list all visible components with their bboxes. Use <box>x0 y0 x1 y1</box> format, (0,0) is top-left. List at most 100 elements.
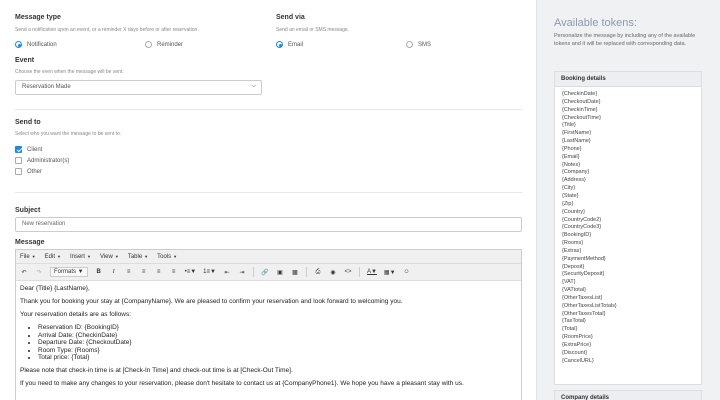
subject-input[interactable]: New reservation <box>15 217 522 232</box>
token-item[interactable]: {Zip} <box>562 201 694 209</box>
checkbox-label: Client <box>27 146 43 153</box>
token-item[interactable]: {BookingID} <box>562 232 694 240</box>
panel-header: Booking details <box>555 72 701 87</box>
radio-label: Reminder <box>157 41 184 48</box>
message-type-hint: Send a notification upon an event, or a … <box>15 27 199 33</box>
checkbox-box <box>15 157 22 164</box>
paragraph: If you need to make any changes to your … <box>20 379 464 387</box>
radio-email[interactable]: Email <box>276 41 303 48</box>
token-item[interactable]: {CheckoutDate} <box>562 99 694 107</box>
divider <box>15 192 522 193</box>
align-right-icon[interactable]: ≡ <box>155 267 163 277</box>
list-item: Room Type: {Rooms} <box>38 347 517 355</box>
print-icon[interactable]: ⎙ <box>314 267 322 277</box>
message-form: Message type Send a notification upon an… <box>0 0 537 400</box>
bullet-list-icon[interactable]: •≡▼ <box>185 267 197 277</box>
toolbar-separator <box>252 267 254 277</box>
menu-insert[interactable]: Insert ▼ <box>70 254 91 260</box>
menu-view[interactable]: View ▼ <box>100 254 119 260</box>
token-item[interactable]: {State} <box>562 193 694 201</box>
subject-label: Subject <box>15 207 41 214</box>
align-left-icon[interactable]: ≡ <box>125 267 133 277</box>
menu-edit[interactable]: Edit ▼ <box>45 254 61 260</box>
radio-reminder[interactable]: Reminder <box>145 41 183 48</box>
checkbox-client[interactable]: Client <box>15 146 42 153</box>
event-label: Event <box>15 57 35 64</box>
token-item[interactable]: {Address} <box>562 177 694 185</box>
checkbox-label: Administrator(s) <box>27 157 70 164</box>
token-item[interactable]: {FirstName} <box>562 130 694 138</box>
token-item[interactable]: {Email} <box>562 154 694 162</box>
message-editor: File ▼ Edit ▼ Insert ▼ View ▼ Table ▼ Tools ▼ … <box>15 249 522 400</box>
token-item[interactable]: {Country} <box>562 209 694 217</box>
token-item[interactable]: {OtherTaxesList} <box>562 295 694 303</box>
align-center-icon[interactable]: ≡ <box>140 267 148 277</box>
token-item[interactable]: {Title} <box>562 122 694 130</box>
token-item[interactable]: {RoomPrice} <box>562 334 694 342</box>
menu-table[interactable]: Table ▼ <box>128 254 148 260</box>
indent-icon[interactable]: ⇥ <box>238 267 246 277</box>
code-icon[interactable]: <> <box>344 267 352 277</box>
token-item[interactable]: {VAT} <box>562 279 694 287</box>
token-item[interactable]: {OtherTaxesListTotals} <box>562 303 694 311</box>
paragraph: Please note that check-in time is at [Ch… <box>20 366 293 374</box>
token-item[interactable]: {Total} <box>562 326 694 334</box>
token-item[interactable]: {City} <box>562 185 694 193</box>
token-item[interactable]: {PaymentMethod} <box>562 256 694 264</box>
link-icon[interactable]: 🔗 <box>261 267 269 277</box>
radio-dot <box>406 41 413 48</box>
send-to-hint: Select who you want the message to be se… <box>15 131 122 137</box>
numbered-list-icon[interactable]: 1≡▼ <box>203 267 216 277</box>
editor-content[interactable]: Dear {Title} {LastName}, Thank you for b… <box>16 281 521 397</box>
list-item: Arrival Date: {CheckinDate} <box>38 332 517 340</box>
token-item[interactable]: {CheckoutTime} <box>562 115 694 123</box>
checkbox-box <box>15 146 22 153</box>
editor-toolbar: ↶ ↷ Formats ▼ B I ≡ ≡ ≡ ≡ •≡▼ 1≡▼ ⇤ ⇥ 🔗 … <box>16 264 521 281</box>
redo-icon[interactable]: ↷ <box>35 267 43 277</box>
radio-sms[interactable]: SMS <box>406 41 431 48</box>
radio-notification[interactable]: Notification <box>15 41 57 48</box>
paragraph: Thank you for booking your stay at {Comp… <box>20 298 403 305</box>
undo-icon[interactable]: ↶ <box>20 267 28 277</box>
company-details-panel: Company details <box>554 390 702 400</box>
checkbox-administrators[interactable]: Administrator(s) <box>15 157 69 164</box>
token-item[interactable]: {LastName} <box>562 138 694 146</box>
list-item: Reservation ID: {BookingID} <box>38 324 517 332</box>
token-item[interactable]: {CountryCode3} <box>562 224 694 232</box>
bold-icon[interactable]: B <box>95 267 103 277</box>
token-item[interactable]: {Discount} <box>562 350 694 358</box>
italic-icon[interactable]: I <box>110 267 118 277</box>
token-item[interactable]: {Rooms} <box>562 240 694 248</box>
token-item[interactable]: {Company} <box>562 169 694 177</box>
token-list: {CheckinDate} {CheckoutDate} {CheckinTime}… <box>555 87 701 370</box>
token-item[interactable]: {SecurityDeposit} <box>562 271 694 279</box>
token-item[interactable]: {CheckinTime} <box>562 107 694 115</box>
menu-tools[interactable]: Tools ▼ <box>157 254 177 260</box>
outdent-icon[interactable]: ⇤ <box>223 267 231 277</box>
token-item[interactable]: {Notes} <box>562 162 694 170</box>
token-item[interactable]: {TaxTotal} <box>562 318 694 326</box>
preview-icon[interactable]: ◉ <box>329 267 337 277</box>
text-color-icon[interactable]: A▼ <box>367 267 377 277</box>
formats-dropdown[interactable]: Formats ▼ <box>50 267 88 277</box>
emoticons-icon[interactable]: ☺ <box>403 267 411 277</box>
menu-file[interactable]: File ▼ <box>20 254 36 260</box>
token-item[interactable]: {VATtotal} <box>562 287 694 295</box>
token-item[interactable]: {ExtraPrice} <box>562 342 694 350</box>
token-item[interactable]: {Extras} <box>562 248 694 256</box>
checkbox-other[interactable]: Other <box>15 168 42 175</box>
token-item[interactable]: {Deposit} <box>562 264 694 272</box>
token-item[interactable]: {CancelURL} <box>562 358 694 366</box>
send-via-hint: Send an email or SMS message. <box>276 27 350 33</box>
token-item[interactable]: {CountryCode2} <box>562 217 694 225</box>
token-item[interactable]: {Phone} <box>562 146 694 154</box>
token-item[interactable]: {OtherTaxesTotal} <box>562 311 694 319</box>
event-select[interactable]: Reservation Made ⌵ <box>15 80 262 95</box>
chevron-down-icon: ⌵ <box>251 83 256 89</box>
panel-header: Company details <box>555 391 701 400</box>
background-color-icon[interactable]: ▦▼ <box>384 267 396 277</box>
align-justify-icon[interactable]: ≡ <box>170 267 178 277</box>
image-icon[interactable]: ▣ <box>276 267 284 277</box>
media-icon[interactable]: ▩ <box>291 267 299 277</box>
token-item[interactable]: {CheckinDate} <box>562 91 694 99</box>
